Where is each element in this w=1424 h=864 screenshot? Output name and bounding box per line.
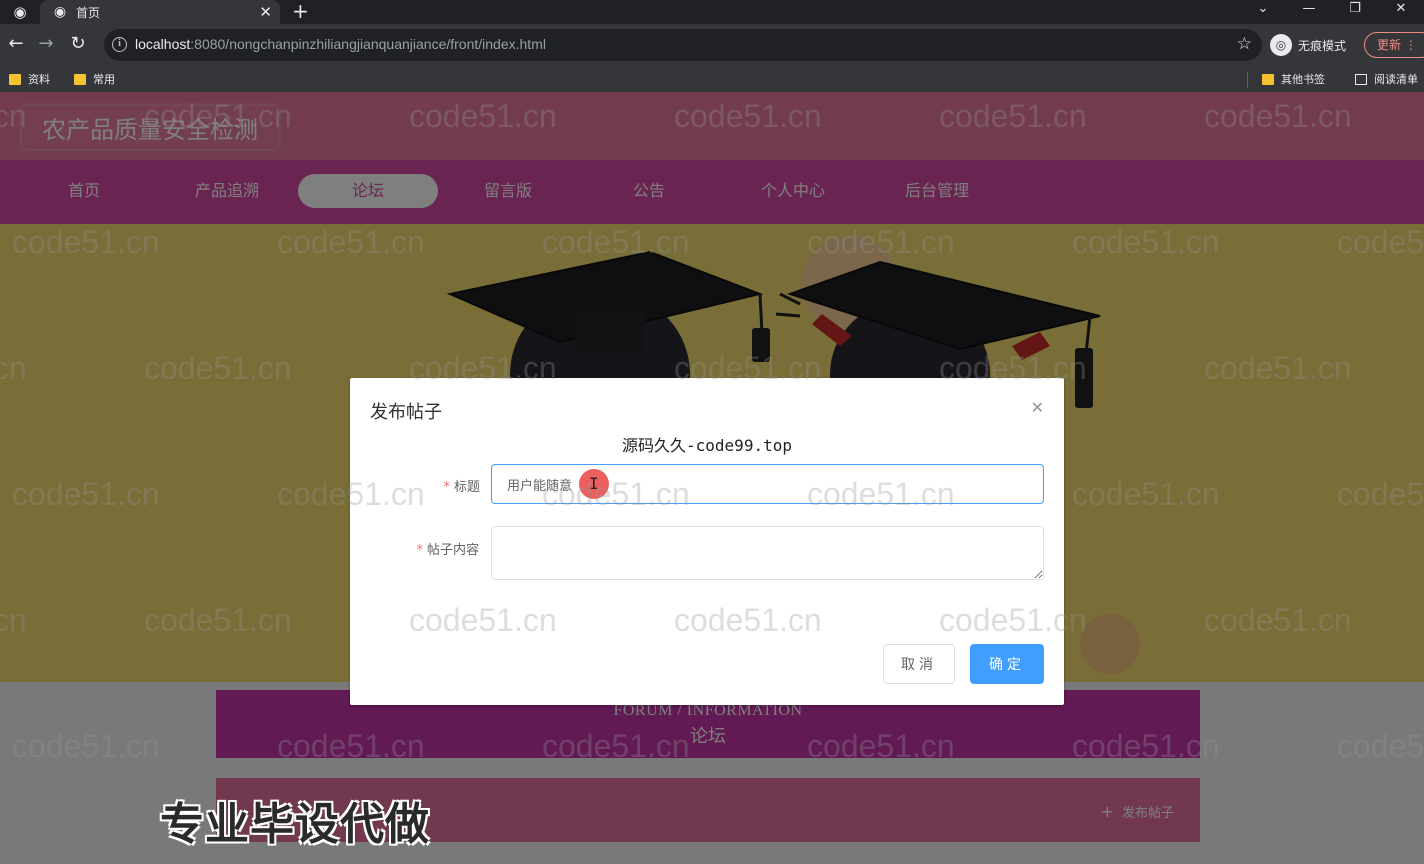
folder-icon [1262,73,1274,85]
web-page: 农产品质量安全检测 首页 产品追溯 论坛 留言版 公告 个人中心 后台管理 [0,92,1424,864]
url-text[interactable]: localhost:8080/nongchanpinzhiliangjianqu… [135,36,546,52]
info-icon[interactable]: i [112,37,127,52]
bookmarks-bar: 资料 常用 其他书签 阅读清单 [0,66,1424,92]
minimize-icon[interactable]: — [1286,0,1332,24]
bookmark-folder[interactable]: 资料 [9,71,50,87]
content-label: * 帖子内容 [416,543,479,558]
bookmark-folder[interactable]: 常用 [74,71,115,87]
folder-icon [9,73,21,85]
window-controls: ⌄ — ❐ ✕ [1240,0,1424,24]
browser-toolbar: ← → ↻ i localhost:8080/nongchanpinzhilia… [0,24,1424,66]
dialog-title: 发布帖子 [370,402,442,423]
window-close-icon[interactable]: ✕ [1378,0,1424,24]
folder-icon [74,73,86,85]
promo-caption: 专业毕设代做 [160,799,430,850]
new-tab-plus-icon[interactable]: + [292,0,309,23]
back-arrow-icon[interactable]: ← [4,32,28,56]
title-label: * 标题 [443,480,480,495]
close-icon[interactable]: ✕ [259,2,272,22]
address-bar[interactable]: i localhost:8080/nongchanpinzhiliangjian… [104,29,1262,61]
update-button[interactable]: 更新 ⋮ [1364,32,1424,58]
reading-list-icon [1355,73,1367,85]
reading-list[interactable]: 阅读清单 [1355,71,1418,87]
incognito-indicator[interactable]: ◎ 无痕模式 [1270,33,1346,57]
browser-tab-bar: ◉ ◉ 首页 ✕ + ⌄ — ❐ ✕ [0,0,1424,24]
tab-title: 首页 [76,6,101,20]
bookmark-folder[interactable]: 其他书签 [1262,71,1325,87]
text-cursor-icon: I [589,474,599,493]
confirm-button[interactable]: 确定 [970,644,1044,684]
bookmark-star-icon[interactable]: ☆ [1237,34,1252,54]
incognito-icon: ◎ [1270,34,1292,56]
globe-icon: ◉ [53,4,67,20]
content-textarea[interactable] [491,526,1044,580]
restore-icon[interactable]: ❐ [1332,0,1378,24]
chevron-down-icon[interactable]: ⌄ [1240,0,1286,24]
publish-post-dialog: 发布帖子 ✕ 源码久久-code99.top *标题 I *帖子内容 取消 确定 [350,378,1064,705]
title-input[interactable] [491,464,1044,504]
forward-arrow-icon[interactable]: → [34,32,58,56]
dialog-subtitle: 源码久久-code99.top [622,436,792,455]
close-icon[interactable]: ✕ [1031,398,1044,417]
cancel-button[interactable]: 取消 [883,644,955,684]
browser-tab[interactable]: ◉ 首页 ✕ [40,0,280,24]
bookmarks-divider [1247,72,1248,88]
globe-icon[interactable]: ◉ [11,3,29,21]
reload-icon[interactable]: ↻ [66,32,90,56]
